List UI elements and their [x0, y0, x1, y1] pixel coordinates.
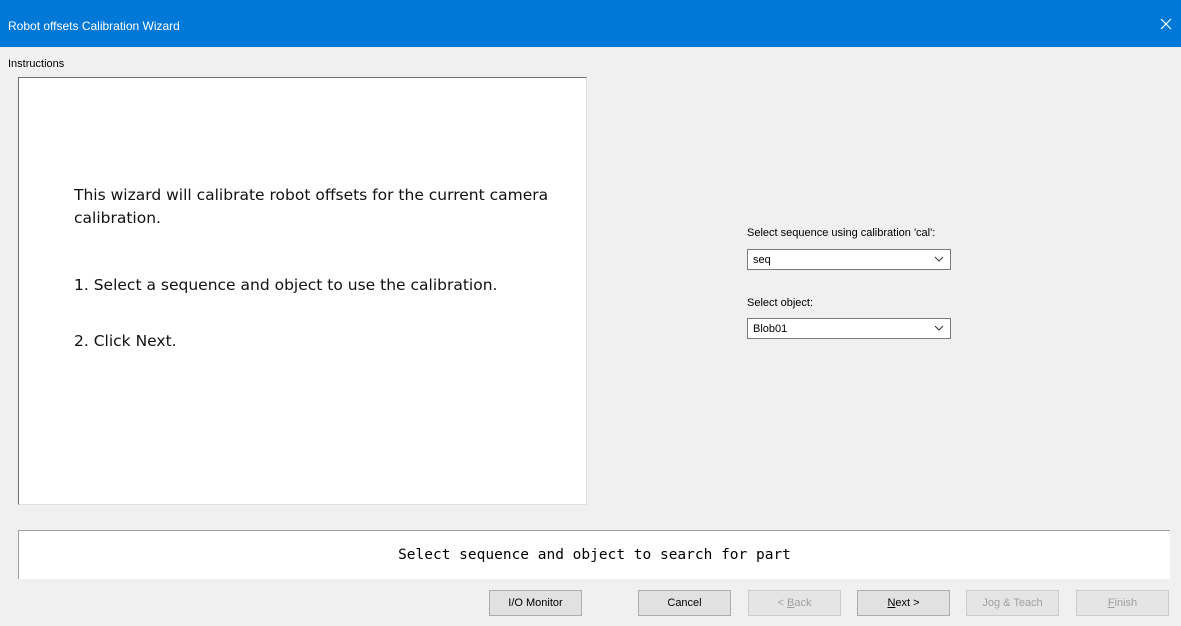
next-label-rest: ext > — [895, 597, 920, 609]
instructions-group-label: Instructions — [8, 58, 65, 70]
instructions-intro: This wizard will calibrate robot offsets… — [74, 186, 549, 227]
instructions-step-2: 2. Click Next. — [74, 332, 177, 350]
back-label-rest: ack — [794, 597, 812, 609]
status-message: Select sequence and object to search for… — [398, 547, 791, 563]
next-label-mnemonic: N — [887, 597, 896, 609]
sequence-select-label: Select sequence using calibration 'cal': — [747, 227, 936, 239]
next-button[interactable]: Next > — [857, 590, 950, 616]
finish-label-mnemonic: F — [1107, 597, 1115, 609]
close-button[interactable] — [1151, 9, 1181, 39]
back-label-prefix: < — [777, 597, 787, 609]
sequence-select[interactable]: seq — [747, 249, 951, 270]
finish-button[interactable]: Finish — [1076, 590, 1169, 616]
object-select[interactable]: Blob01 — [747, 318, 951, 339]
close-icon — [1160, 18, 1172, 30]
io-monitor-label: I/O Monitor — [508, 597, 563, 609]
title-bar: Robot offsets Calibration Wizard — [0, 0, 1181, 47]
cancel-label: Cancel — [667, 597, 702, 609]
cancel-button[interactable]: Cancel — [638, 590, 731, 616]
finish-label-rest: inish — [1114, 597, 1138, 609]
jog-teach-button[interactable]: Jog & Teach — [966, 590, 1059, 616]
sequence-select-value: seq — [753, 254, 771, 266]
back-button[interactable]: < Back — [748, 590, 841, 616]
object-select-label: Select object: — [747, 297, 814, 309]
status-bar: Select sequence and object to search for… — [18, 530, 1170, 579]
chevron-down-icon — [934, 325, 944, 331]
io-monitor-button[interactable]: I/O Monitor — [489, 590, 582, 616]
instructions-step-1: 1. Select a sequence and object to use t… — [74, 276, 498, 294]
object-select-value: Blob01 — [753, 323, 788, 335]
jog-teach-label: Jog & Teach — [982, 597, 1043, 609]
window-title: Robot offsets Calibration Wizard — [8, 19, 180, 33]
back-label-mnemonic: B — [787, 597, 795, 609]
instructions-panel: This wizard will calibrate robot offsets… — [18, 77, 587, 505]
chevron-down-icon — [934, 256, 944, 262]
